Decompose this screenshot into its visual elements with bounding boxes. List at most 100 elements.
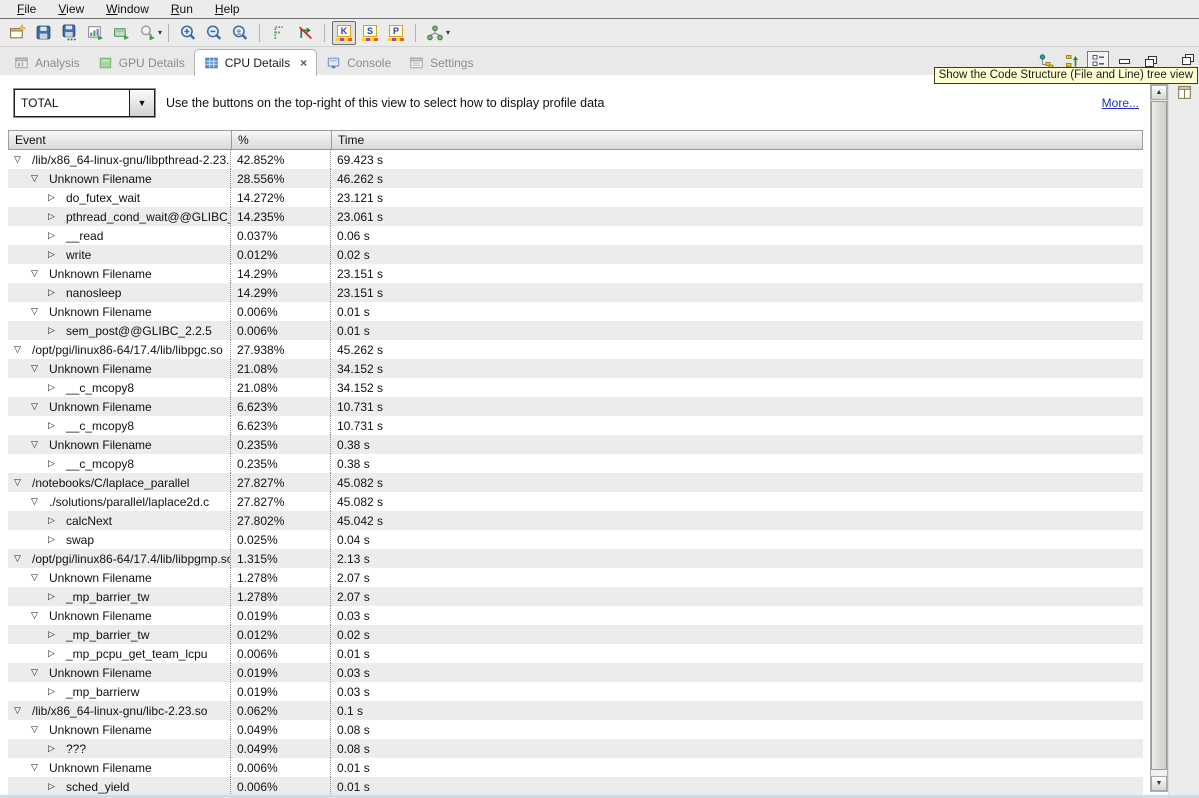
scroll-down-button[interactable]: ▼ (1151, 776, 1167, 791)
table-row[interactable]: Unknown Filename 0.019% 0.03 s (8, 606, 1143, 625)
tree-toggle-icon[interactable] (29, 610, 40, 621)
menu-help[interactable]: Help (204, 0, 251, 18)
tree-toggle-icon[interactable] (29, 496, 40, 507)
tree-toggle-icon[interactable] (29, 173, 40, 184)
table-row[interactable]: Unknown Filename 28.556% 46.262 s (8, 169, 1143, 188)
tab-gpu-details[interactable]: GPU Details (89, 51, 194, 75)
table-row[interactable]: Unknown Filename 14.29% 23.151 s (8, 264, 1143, 283)
table-row[interactable]: __c_mcopy8 21.08% 34.152 s (8, 378, 1143, 397)
tree-toggle-icon[interactable] (46, 686, 57, 697)
tree-toggle-icon[interactable] (46, 629, 57, 640)
menu-run[interactable]: Run (160, 0, 204, 18)
search-profile-dropdown-caret[interactable]: ▾ (158, 28, 162, 37)
table-row[interactable]: /opt/pgi/linux86-64/17.4/lib/libpgc.so 2… (8, 340, 1143, 359)
menu-file[interactable]: File (6, 0, 47, 18)
no-entry-flag-button[interactable] (293, 21, 317, 45)
table-row[interactable]: /lib/x86_64-linux-gnu/libc-2.23.so 0.062… (8, 701, 1143, 720)
profile-application-button[interactable] (83, 21, 107, 45)
zoom-reset-button[interactable]: ± (228, 21, 252, 45)
tree-toggle-icon[interactable] (46, 534, 57, 545)
column-header-percent[interactable]: % (231, 131, 331, 149)
forward-flag-button[interactable] (267, 21, 291, 45)
scrollbar-thumb[interactable] (1151, 101, 1167, 770)
table-row[interactable]: _mp_pcpu_get_team_lcpu 0.006% 0.01 s (8, 644, 1143, 663)
table-row[interactable]: Unknown Filename 1.278% 2.07 s (8, 568, 1143, 587)
tree-toggle-icon[interactable] (12, 705, 23, 716)
close-tab-icon[interactable]: × (300, 56, 307, 70)
table-row[interactable]: /opt/pgi/linux86-64/17.4/lib/libpgmp.so … (8, 549, 1143, 568)
table-row[interactable]: _mp_barrier_tw 1.278% 2.07 s (8, 587, 1143, 606)
table-row[interactable]: Unknown Filename 6.623% 10.731 s (8, 397, 1143, 416)
table-row[interactable]: Unknown Filename 0.049% 0.08 s (8, 720, 1143, 739)
tab-analysis[interactable]: Analysis (5, 51, 89, 75)
tree-toggle-icon[interactable] (29, 268, 40, 279)
import-profile-button[interactable] (109, 21, 133, 45)
tree-toggle-icon[interactable] (46, 781, 57, 792)
column-header-time[interactable]: Time (331, 131, 1142, 149)
table-row[interactable]: /lib/x86_64-linux-gnu/libpthread-2.23.so… (8, 150, 1143, 169)
tree-toggle-icon[interactable] (29, 306, 40, 317)
table-row[interactable]: Unknown Filename 0.006% 0.01 s (8, 758, 1143, 777)
table-row[interactable]: __c_mcopy8 0.235% 0.38 s (8, 454, 1143, 473)
column-header-event[interactable]: Event (9, 131, 231, 149)
tree-toggle-icon[interactable] (46, 230, 57, 241)
tab-settings[interactable]: Settings (400, 51, 482, 75)
menu-window[interactable]: Window (95, 0, 160, 18)
save-button[interactable] (31, 21, 55, 45)
tab-console[interactable]: Console (317, 51, 400, 75)
table-row[interactable]: __c_mcopy8 6.623% 10.731 s (8, 416, 1143, 435)
menu-view[interactable]: View (47, 0, 95, 18)
table-row[interactable]: pthread_cond_wait@@GLIBC_2.3 14.235% 23.… (8, 207, 1143, 226)
tree-toggle-icon[interactable] (46, 420, 57, 431)
tree-toggle-icon[interactable] (46, 743, 57, 754)
search-profile-button[interactable] (135, 21, 159, 45)
save-as-button[interactable] (57, 21, 81, 45)
table-row[interactable]: Unknown Filename 21.08% 34.152 s (8, 359, 1143, 378)
kernel-mode-button[interactable]: K (332, 21, 356, 45)
combo-dropdown-button[interactable]: ▼ (129, 90, 154, 116)
table-row[interactable]: /notebooks/C/laplace_parallel 27.827% 45… (8, 473, 1143, 492)
table-row[interactable]: _mp_barrierw 0.019% 0.03 s (8, 682, 1143, 701)
tree-toggle-icon[interactable] (46, 382, 57, 393)
table-row[interactable]: sem_post@@GLIBC_2.2.5 0.006% 0.01 s (8, 321, 1143, 340)
new-session-button[interactable] (5, 21, 29, 45)
tree-toggle-icon[interactable] (46, 648, 57, 659)
table-row[interactable]: write 0.012% 0.02 s (8, 245, 1143, 264)
more-link[interactable]: More... (1102, 96, 1139, 110)
tree-toggle-icon[interactable] (46, 287, 57, 298)
display-mode-combo[interactable]: TOTAL ▼ (14, 89, 155, 117)
tree-toggle-icon[interactable] (46, 192, 57, 203)
scroll-up-button[interactable]: ▲ (1151, 85, 1167, 100)
tab-cpu-details[interactable]: CPU Details × (194, 49, 317, 76)
table-row[interactable]: Unknown Filename 0.019% 0.03 s (8, 663, 1143, 682)
table-row[interactable]: Unknown Filename 0.006% 0.01 s (8, 302, 1143, 321)
tree-toggle-icon[interactable] (46, 458, 57, 469)
tree-toggle-icon[interactable] (12, 477, 23, 488)
zoom-in-button[interactable] (176, 21, 200, 45)
profile-mode-button[interactable]: P (384, 21, 408, 45)
tree-toggle-icon[interactable] (29, 363, 40, 374)
table-row[interactable]: sched_yield 0.006% 0.01 s (8, 777, 1143, 796)
tree-toggle-icon[interactable] (46, 591, 57, 602)
table-row[interactable]: Unknown Filename 0.235% 0.38 s (8, 435, 1143, 454)
table-row[interactable]: nanosleep 14.29% 23.151 s (8, 283, 1143, 302)
table-row[interactable]: __read 0.037% 0.06 s (8, 226, 1143, 245)
columns-icon[interactable] (1176, 84, 1193, 106)
table-row[interactable]: do_futex_wait 14.272% 23.121 s (8, 188, 1143, 207)
table-row[interactable]: ./solutions/parallel/laplace2d.c 27.827%… (8, 492, 1143, 511)
tree-toggle-icon[interactable] (29, 572, 40, 583)
tree-toggle-icon[interactable] (46, 249, 57, 260)
tree-toggle-icon[interactable] (29, 401, 40, 412)
table-row[interactable]: calcNext 27.802% 45.042 s (8, 511, 1143, 530)
table-row[interactable]: ??? 0.049% 0.08 s (8, 739, 1143, 758)
tree-toggle-icon[interactable] (46, 515, 57, 526)
tree-toggle-icon[interactable] (12, 553, 23, 564)
call-tree-dropdown-caret[interactable]: ▾ (446, 28, 450, 37)
call-tree-button[interactable] (423, 21, 447, 45)
vertical-scrollbar[interactable]: ▲ ▼ (1150, 84, 1168, 792)
tree-toggle-icon[interactable] (12, 154, 23, 165)
tree-toggle-icon[interactable] (29, 667, 40, 678)
table-row[interactable]: swap 0.025% 0.04 s (8, 530, 1143, 549)
tree-toggle-icon[interactable] (12, 344, 23, 355)
restore-pane-icon[interactable] (1182, 54, 1193, 64)
